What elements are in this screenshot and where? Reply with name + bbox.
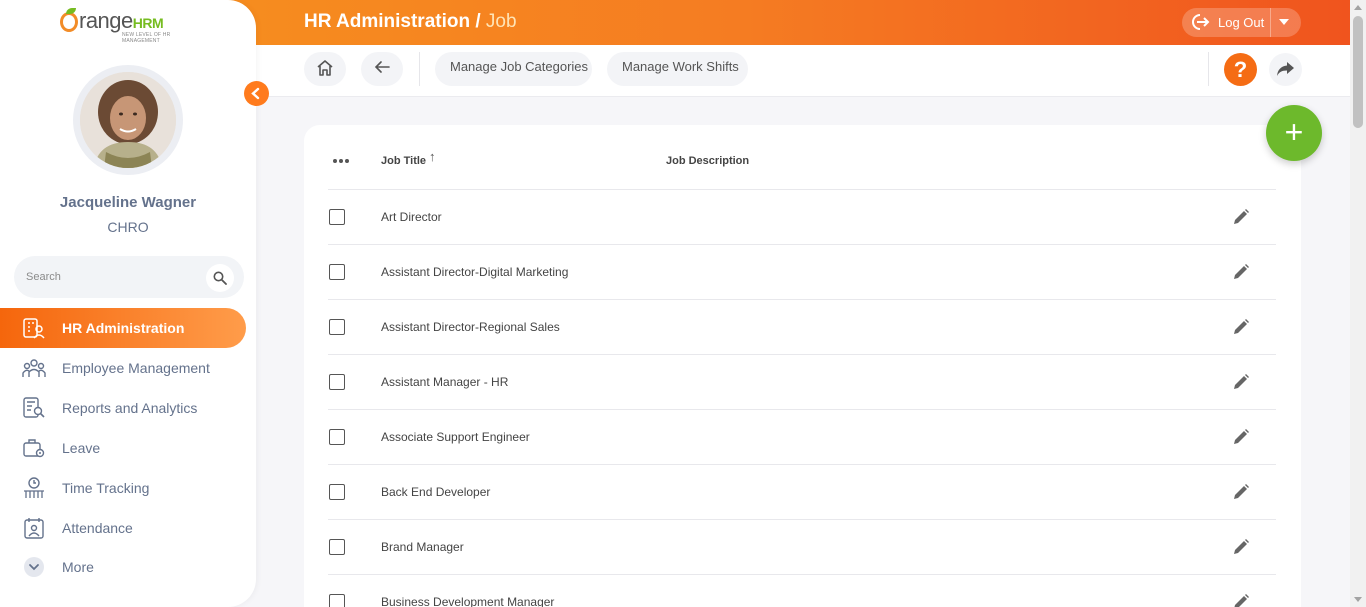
logo-orange-icon [60,12,78,32]
sidebar-item-leave[interactable]: Leave [0,428,246,468]
sidebar-search-input[interactable] [26,268,196,286]
toolbar-separator [419,52,420,86]
table-row[interactable] [328,520,1276,575]
sidebar-item-time-tracking[interactable]: Time Tracking [0,468,246,508]
sidebar-item-label[interactable]: Leave [62,440,100,456]
job-title-cell: Back End Developer [381,485,491,499]
report-search-icon [23,397,45,418]
edit-pencil-icon[interactable] [1232,318,1250,336]
logo-wordmark: rangeHRM [79,8,164,33]
logout-label[interactable]: Log Out [1218,15,1264,30]
job-title-cell: Assistant Director-Digital Marketing [381,265,569,279]
column-header-job-description: Job Description [666,155,750,167]
chevron-left-icon[interactable] [244,81,269,106]
edit-pencil-icon[interactable] [1232,483,1250,501]
building-user-icon [23,318,45,339]
job-title-cell: Art Director [381,210,442,224]
orangehrm-logo: rangeHRM NEW LEVEL OF HR MANAGEMENT [60,8,200,44]
share-icon[interactable] [1276,61,1295,77]
toolbar [256,45,1350,97]
search-icon[interactable] [213,271,227,285]
scroll-up-arrow-icon[interactable] [1354,5,1362,10]
sidebar-item-label[interactable]: More [62,559,94,575]
sidebar-item-label[interactable]: Reports and Analytics [62,400,197,416]
collapse-sidebar-button[interactable] [244,81,269,106]
more-options-icon[interactable] [332,158,350,164]
row-checkbox[interactable] [329,374,345,390]
sidebar-item-label[interactable]: Attendance [62,520,133,536]
manage-work-shifts-label[interactable]: Manage Work Shifts [622,59,739,75]
toolbar-separator-right [1208,52,1209,86]
sidebar-item-attendance[interactable]: Attendance [0,508,246,548]
sidebar-item-label[interactable]: HR Administration [62,320,184,336]
job-title-cell: Assistant Director-Regional Sales [381,320,560,334]
logout-icon[interactable] [1190,13,1210,31]
sidebar-item-hr-administration[interactable]: HR Administration [0,308,246,348]
edit-pencil-icon[interactable] [1232,593,1250,607]
job-title-cell: Associate Support Engineer [381,430,530,444]
home-icon[interactable] [315,58,335,78]
job-title-cell: Business Development Manager [381,595,555,607]
job-title-cell: Brand Manager [381,540,464,554]
edit-pencil-icon[interactable] [1232,208,1250,226]
edit-pencil-icon[interactable] [1232,428,1250,446]
chevron-down-circle-icon [24,557,44,577]
edit-pencil-icon[interactable] [1232,373,1250,391]
row-checkbox[interactable] [329,319,345,335]
sidebar-item-more[interactable]: More [0,547,246,587]
sidebar-item-reports-and-analytics[interactable]: Reports and Analytics [0,388,246,428]
logout-dropdown-icon[interactable] [1279,19,1289,25]
page-title-sub: Job [485,11,517,32]
page-title: HR Administration / Job [304,11,517,32]
scroll-down-arrow-icon[interactable] [1354,597,1362,602]
row-checkbox[interactable] [329,594,345,607]
job-title-cell: Assistant Manager - HR [381,375,509,389]
row-checkbox[interactable] [329,484,345,500]
user-role: CHRO [107,219,149,235]
logo-tagline: NEW LEVEL OF HR MANAGEMENT [122,32,171,44]
people-group-icon [22,359,46,377]
calendar-user-icon [24,518,44,539]
search-button[interactable] [206,264,234,292]
edit-pencil-icon[interactable] [1232,263,1250,281]
sidebar: rangeHRM NEW LEVEL OF HR MANAGEMENT Jacq… [0,0,256,607]
edit-pencil-icon[interactable] [1232,538,1250,556]
page-title-main: HR Administration [304,11,471,32]
briefcase-gear-icon [23,439,45,458]
clock-people-icon [24,477,44,498]
add-job-button[interactable]: + [1266,105,1322,161]
row-checkbox[interactable] [329,429,345,445]
sidebar-item-employee-management[interactable]: Employee Management [0,348,246,388]
logout-divider [1270,8,1271,37]
help-button[interactable]: ? [1224,53,1257,86]
arrow-left-icon[interactable] [373,59,391,75]
row-checkbox[interactable] [329,209,345,225]
page-scrollbar[interactable] [1350,0,1366,607]
row-checkbox[interactable] [329,264,345,280]
row-checkbox[interactable] [329,539,345,555]
sidebar-item-label[interactable]: Employee Management [62,360,210,376]
avatar-photo [80,72,176,168]
scrollbar-thumb[interactable] [1353,16,1363,128]
column-header-job-title[interactable]: Job Title [381,155,426,167]
manage-job-categories-label[interactable]: Manage Job Categories [450,59,588,75]
table-row[interactable] [328,190,1276,245]
sort-ascending-icon[interactable]: ↑ [429,149,436,164]
avatar[interactable] [80,72,176,168]
user-name: Jacqueline Wagner [59,194,197,211]
sidebar-item-label[interactable]: Time Tracking [62,480,149,496]
